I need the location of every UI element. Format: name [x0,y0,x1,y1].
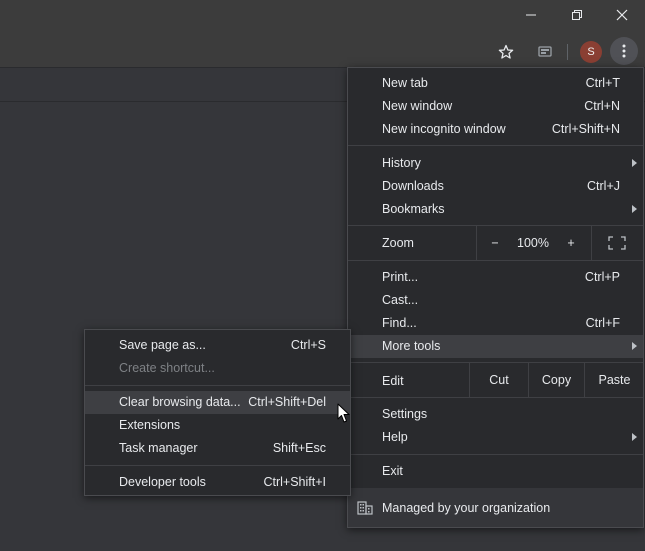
zoom-label: Zoom [382,236,414,250]
menu-item-find[interactable]: Find... Ctrl+F [348,312,643,335]
menu-item-label: New window [382,99,453,113]
menu-separator [348,454,643,455]
menu-item-label: Bookmarks [382,202,445,216]
menu-item-label: Create shortcut... [119,361,215,375]
edit-label: Edit [382,374,404,388]
minimize-button[interactable] [508,0,554,30]
menu-row-zoom: Zoom − 100% + [348,226,643,260]
menu-item-downloads[interactable]: Downloads Ctrl+J [348,175,643,198]
cast-icon [538,46,552,57]
zoom-out-button[interactable]: − [479,226,511,260]
menu-item-exit[interactable]: Exit [348,460,643,483]
menu-item-shortcut: Ctrl+Shift+N [551,122,620,136]
menu-row-edit: Edit Cut Copy Paste [348,363,643,397]
menu-item-label: New tab [382,76,428,90]
submenu-item-clear-browsing-data[interactable]: Clear browsing data... Ctrl+Shift+Del [85,391,350,414]
menu-item-label: More tools [382,339,441,353]
close-icon [616,9,628,21]
menu-separator [85,465,350,466]
menu-item-shortcut: Ctrl+N [584,99,620,113]
submenu-item-save-page-as[interactable]: Save page as... Ctrl+S [85,334,350,357]
building-icon [357,501,373,515]
menu-item-new-window[interactable]: New window Ctrl+N [348,95,643,118]
menu-item-shortcut: Ctrl+Shift+I [263,475,326,489]
menu-item-new-tab[interactable]: New tab Ctrl+T [348,72,643,95]
menu-item-new-incognito-window[interactable]: New incognito window Ctrl+Shift+N [348,118,643,141]
menu-item-help[interactable]: Help [348,426,643,449]
menu-item-bookmarks[interactable]: Bookmarks [348,198,643,221]
menu-item-history[interactable]: History [348,152,643,175]
restore-button[interactable] [554,0,600,30]
restore-icon [572,10,582,20]
menu-item-label: Extensions [119,418,181,432]
zoom-divider [476,226,477,260]
menu-separator [348,397,643,398]
submenu-arrow-icon [632,342,637,350]
cut-button[interactable]: Cut [470,363,528,397]
menu-item-shortcut: Ctrl+P [584,270,620,284]
title-bar [0,0,645,33]
menu-item-shortcut: Shift+Esc [272,441,326,455]
toolbar-separator [567,44,568,60]
submenu-item-task-manager[interactable]: Task manager Shift+Esc [85,437,350,460]
bookmark-star-button[interactable] [492,38,520,66]
menu-item-label: Developer tools [119,475,206,489]
zoom-level: 100% [517,236,549,250]
zoom-in-button[interactable]: + [555,226,587,260]
menu-item-print[interactable]: Print... Ctrl+P [348,266,643,289]
menu-item-settings[interactable]: Settings [348,403,643,426]
fullscreen-icon [608,236,626,250]
menu-item-label: Print... [382,270,419,284]
managed-label: Managed by your organization [382,501,551,515]
submenu-arrow-icon [632,433,637,441]
star-icon [498,44,514,59]
minimize-icon [526,14,536,16]
menu-item-label: Downloads [382,179,444,193]
submenu-arrow-icon [632,159,637,167]
fullscreen-button[interactable] [600,226,634,260]
three-dots-vertical-icon [622,44,626,58]
menu-item-more-tools[interactable]: More tools [348,335,643,358]
menu-item-shortcut: Ctrl+F [585,316,620,330]
more-tools-submenu: Save page as... Ctrl+S Create shortcut..… [84,329,351,496]
menu-separator [348,145,643,146]
menu-item-label: Save page as... [119,338,206,352]
menu-item-label: History [382,156,421,170]
submenu-arrow-icon [632,205,637,213]
menu-item-shortcut: Ctrl+Shift+Del [248,395,326,409]
menu-item-label: Exit [382,464,403,478]
chrome-menu-button[interactable] [610,37,638,65]
menu-item-label: Task manager [119,441,198,455]
submenu-item-create-shortcut: Create shortcut... [85,357,350,380]
menu-item-label: Find... [382,316,417,330]
mouse-cursor-icon [337,403,350,423]
menu-item-shortcut: Ctrl+S [290,338,326,352]
copy-button[interactable]: Copy [529,363,584,397]
profile-avatar[interactable]: S [580,41,602,63]
paste-button[interactable]: Paste [585,363,644,397]
menu-item-label: Help [382,430,408,444]
close-button[interactable] [599,0,645,30]
chrome-main-menu: New tab Ctrl+T New window Ctrl+N New inc… [347,67,644,528]
menu-item-cast[interactable]: Cast... [348,289,643,312]
menu-item-shortcut: Ctrl+T [585,76,620,90]
managed-by-organization[interactable]: Managed by your organization [348,488,643,527]
menu-separator [348,260,643,261]
menu-item-label: New incognito window [382,122,506,136]
submenu-item-extensions[interactable]: Extensions [85,414,350,437]
submenu-item-developer-tools[interactable]: Developer tools Ctrl+Shift+I [85,471,350,494]
menu-item-label: Settings [382,407,428,421]
menu-item-label: Clear browsing data... [119,395,241,409]
menu-item-label: Cast... [382,293,419,307]
menu-separator [85,385,350,386]
extension-button[interactable] [531,38,559,66]
zoom-divider [591,226,592,260]
menu-item-shortcut: Ctrl+J [587,179,620,193]
